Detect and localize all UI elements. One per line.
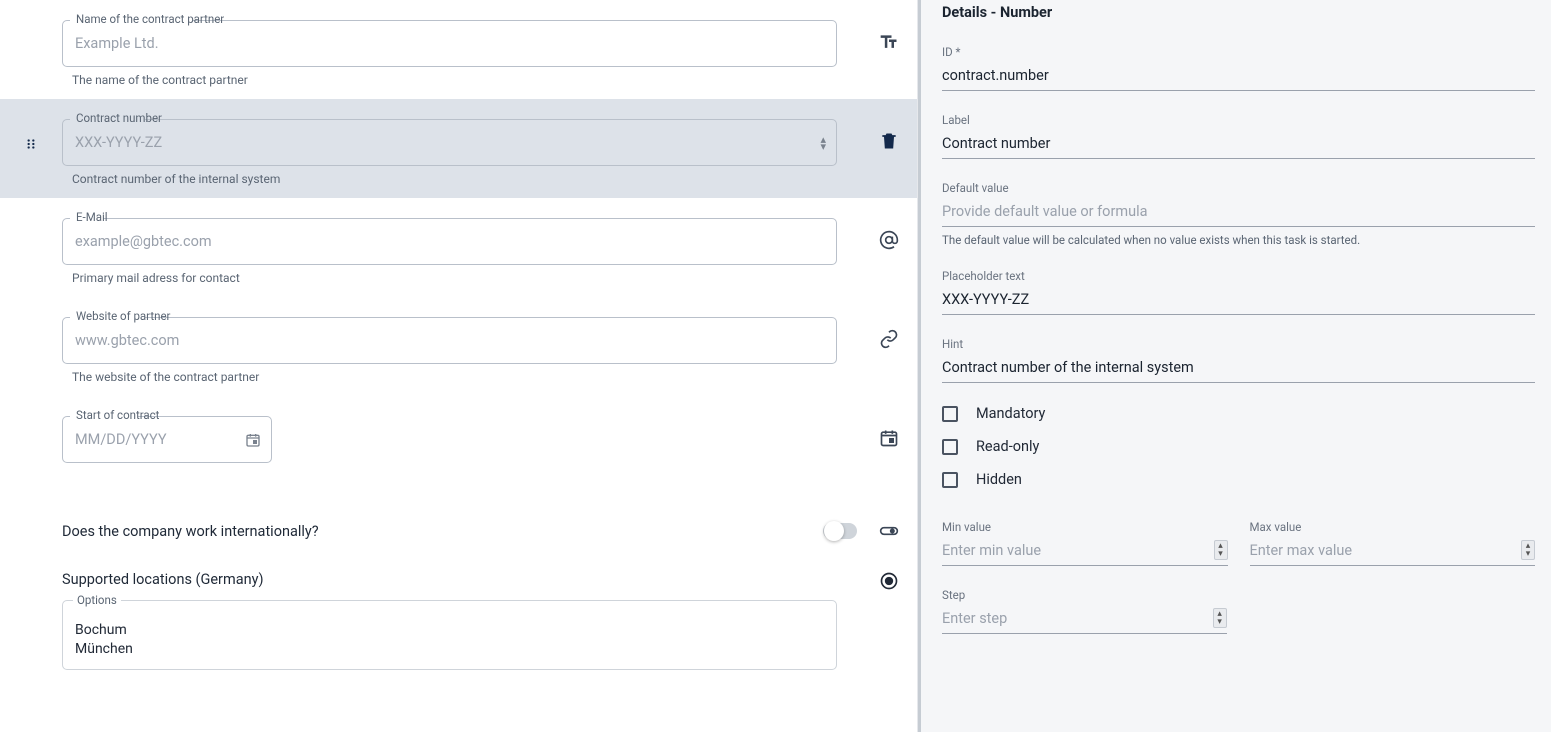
hint-input[interactable] [942, 355, 1535, 383]
calendar-icon [861, 400, 917, 448]
form-field-start-date[interactable]: ⠿ Start of contract [0, 396, 917, 499]
form-field-website[interactable]: ⠿ Website of partner The website of the … [0, 297, 917, 396]
default-value-input[interactable] [942, 199, 1535, 227]
toggle-switch[interactable] [823, 523, 857, 539]
hint-label: Hint [942, 337, 1535, 351]
form-canvas[interactable]: ⠿ Name of the contract partner The name … [0, 0, 918, 732]
placeholder-label: Placeholder text [942, 269, 1535, 283]
readonly-checkbox[interactable] [942, 439, 958, 455]
label-input[interactable] [942, 131, 1535, 159]
field-helper: The name of the contract partner [72, 73, 861, 87]
field-helper: Contract number of the internal system [72, 172, 861, 186]
option-item: Bochum [75, 621, 824, 640]
id-input[interactable] [942, 63, 1535, 91]
min-value-input[interactable] [942, 538, 1228, 566]
email-input[interactable] [63, 219, 836, 264]
readonly-label: Read-only [976, 438, 1039, 455]
delete-button[interactable] [861, 103, 917, 151]
field-helper: Primary mail adress for contact [72, 271, 861, 285]
number-spinner-icon[interactable]: ▴▾ [820, 136, 826, 150]
field-helper: The website of the contract partner [72, 370, 861, 384]
number-spinner-icon[interactable]: ▴▾ [1214, 540, 1228, 560]
field-label: E-Mail [72, 210, 112, 224]
drag-handle-icon[interactable] [24, 137, 38, 151]
min-label: Min value [942, 520, 1228, 534]
max-value-input[interactable] [1250, 538, 1536, 566]
boolean-label: Does the company work internationally? [62, 523, 823, 540]
options-box[interactable]: Options Bochum München [62, 600, 837, 670]
step-input[interactable] [942, 606, 1227, 634]
option-item: München [75, 640, 824, 659]
default-hint: The default value will be calculated whe… [942, 233, 1535, 247]
hidden-row[interactable]: Hidden [942, 471, 1535, 488]
mandatory-row[interactable]: Mandatory [942, 405, 1535, 422]
max-label: Max value [1250, 520, 1536, 534]
form-field-name[interactable]: ⠿ Name of the contract partner The name … [0, 0, 917, 99]
form-field-contract-number[interactable]: Contract number ▴▾ Contract number of th… [0, 99, 917, 198]
form-field-locations[interactable]: Supported locations (Germany) Options Bo… [0, 563, 917, 678]
contract-number-input[interactable] [63, 120, 836, 165]
hidden-checkbox[interactable] [942, 472, 958, 488]
link-icon [861, 301, 917, 349]
field-label: Contract number [72, 111, 166, 125]
panel-divider[interactable] [918, 0, 928, 732]
field-label: Name of the contract partner [72, 12, 228, 26]
field-label: Website of partner [72, 309, 174, 323]
id-label: ID * [942, 45, 1535, 59]
hidden-label: Hidden [976, 471, 1022, 488]
number-spinner-icon[interactable]: ▴▾ [1521, 540, 1535, 560]
details-title: Details - Number [942, 4, 1535, 21]
options-label: Options [73, 593, 121, 609]
field-label: Start of contract [72, 408, 163, 422]
toggle-icon [861, 521, 917, 541]
label-label: Label [942, 113, 1535, 127]
section-heading: Supported locations (Germany) [62, 571, 861, 588]
step-label: Step [942, 588, 1227, 602]
calendar-picker-icon[interactable] [245, 432, 261, 448]
radio-icon [861, 571, 917, 591]
readonly-row[interactable]: Read-only [942, 438, 1535, 455]
form-field-international[interactable]: Does the company work internationally? [0, 499, 917, 563]
text-size-icon [861, 4, 917, 52]
mandatory-checkbox[interactable] [942, 406, 958, 422]
placeholder-input[interactable] [942, 287, 1535, 315]
number-spinner-icon[interactable]: ▴▾ [1213, 608, 1227, 628]
mandatory-label: Mandatory [976, 405, 1045, 422]
form-field-email[interactable]: ⠿ E-Mail Primary mail adress for contact [0, 198, 917, 297]
details-panel: Details - Number ID * Label Default valu… [928, 0, 1551, 732]
website-input[interactable] [63, 318, 836, 363]
email-icon [861, 202, 917, 250]
default-label: Default value [942, 181, 1535, 195]
